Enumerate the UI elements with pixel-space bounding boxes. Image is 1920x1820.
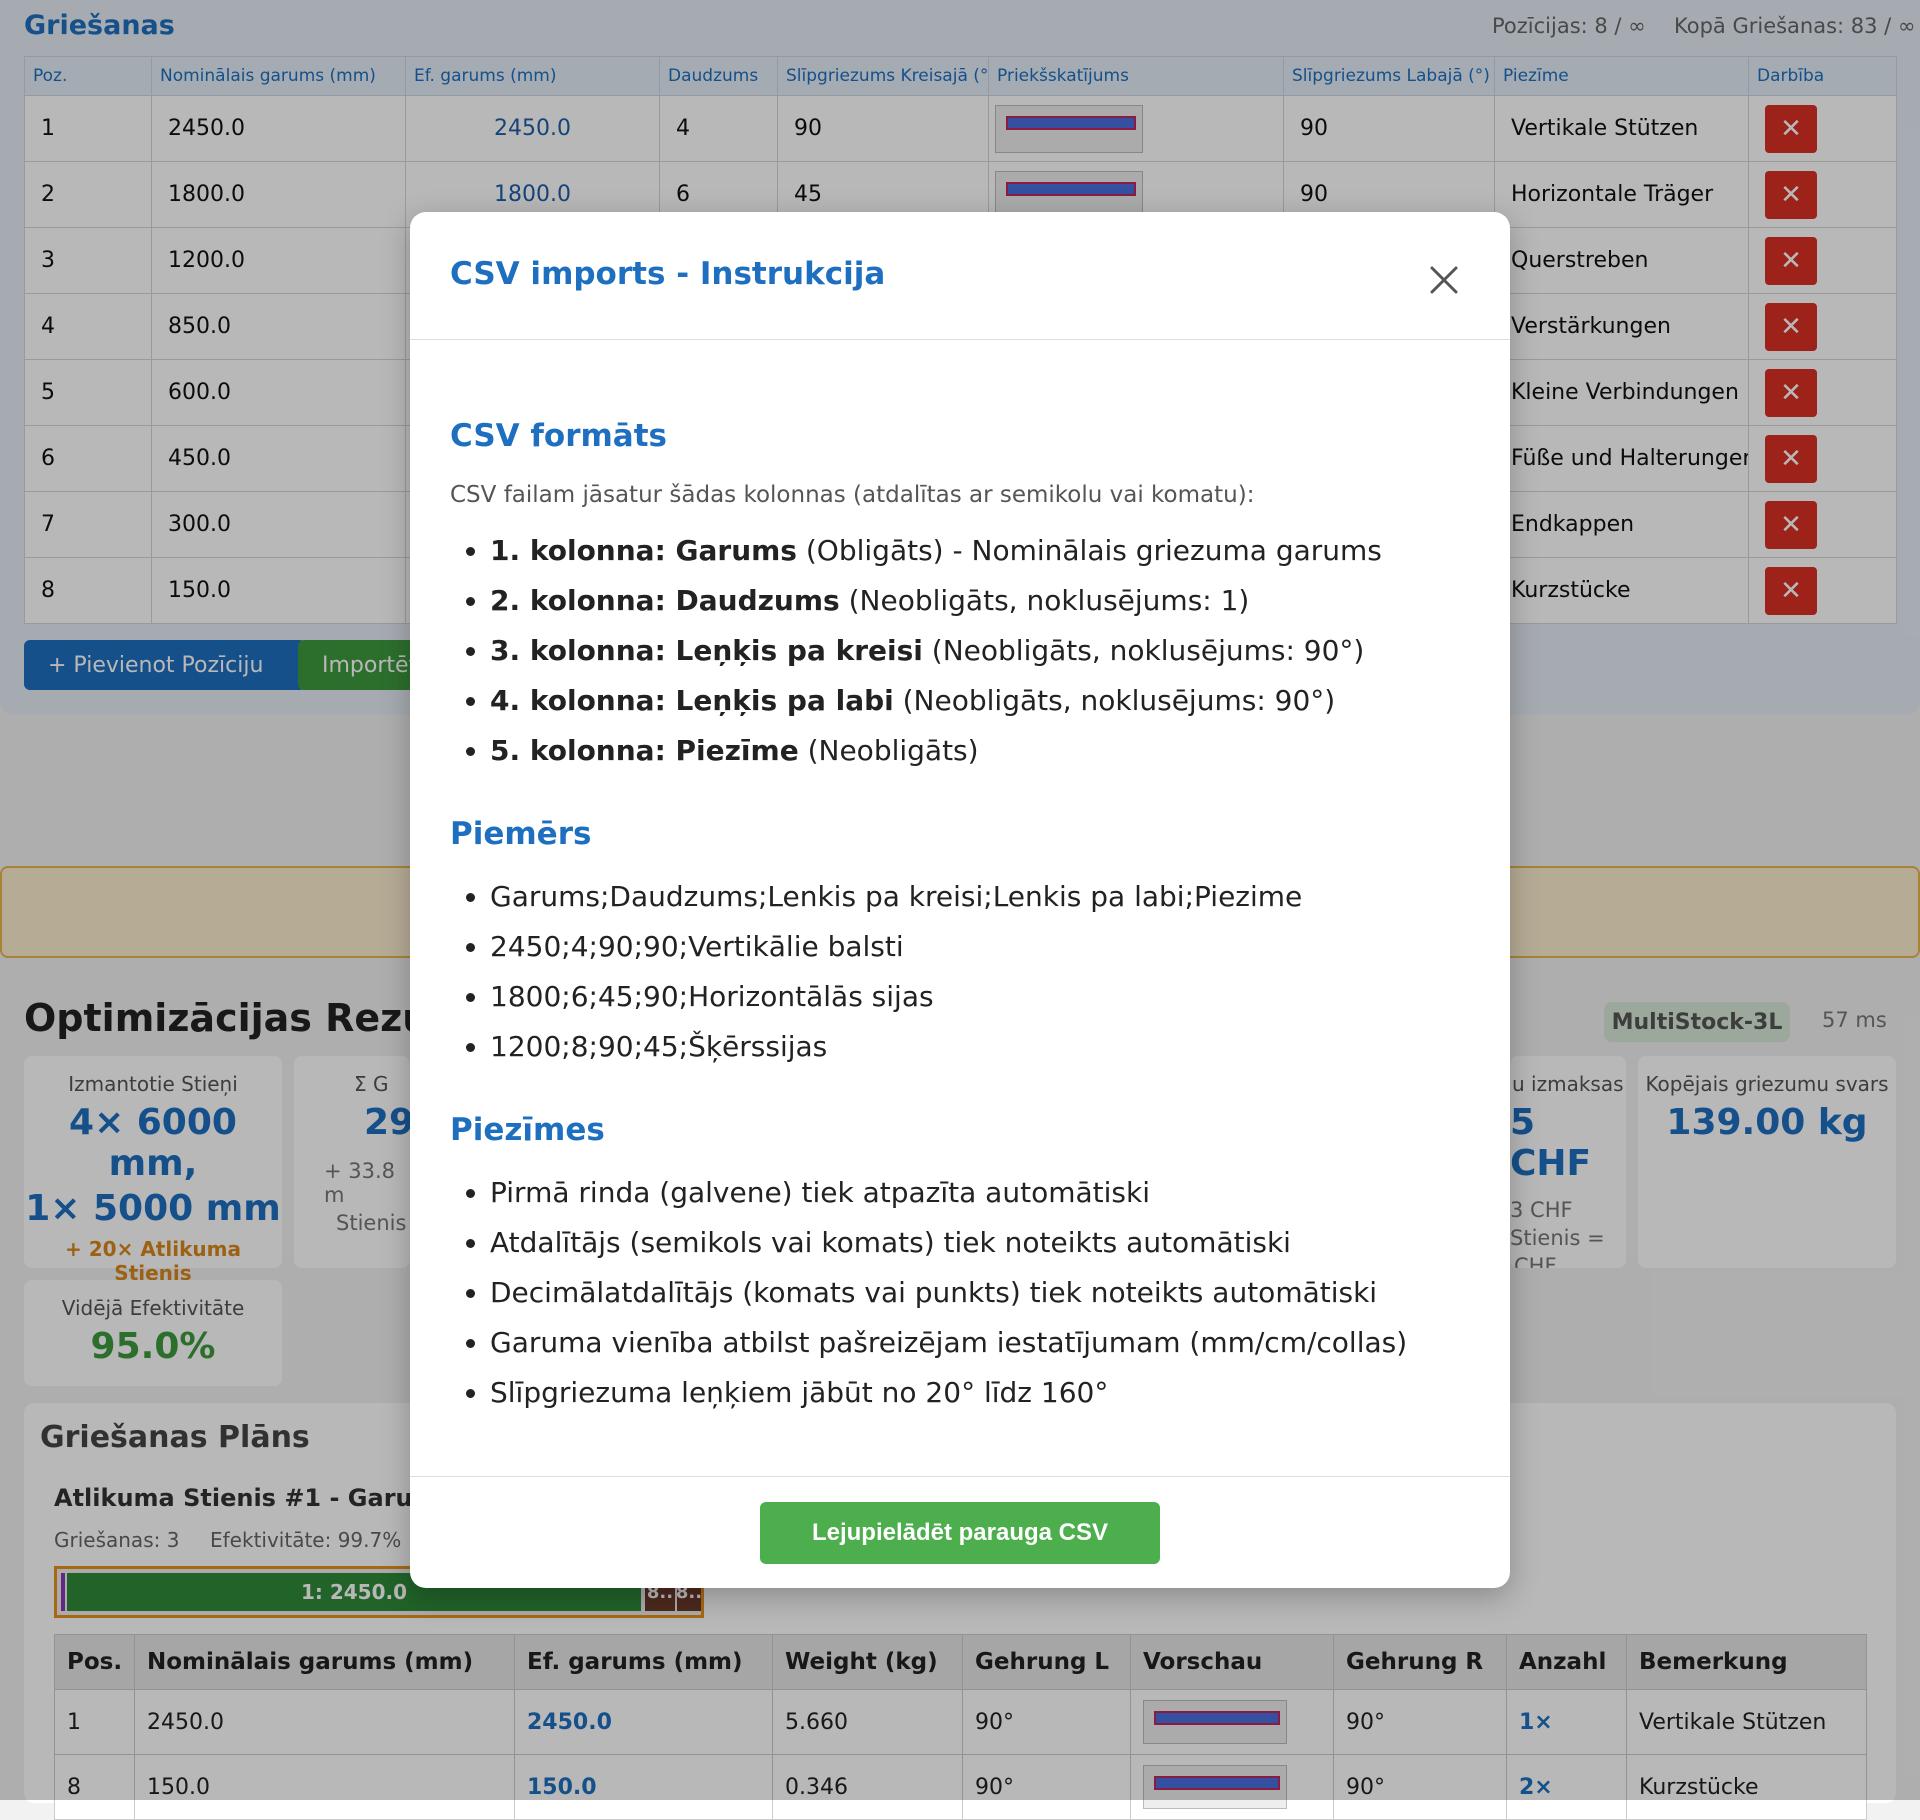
example-list: Garums;Daudzums;Lenkis pa kreisi;Lenkis …	[450, 872, 1302, 1072]
format-lead: CSV failam jāsatur šādas kolonnas (atdal…	[450, 482, 1255, 508]
format-heading: CSV formāts	[450, 418, 667, 454]
format-item: 3. kolonna: Leņķis pa kreisi (Neobligāts…	[490, 626, 1382, 676]
format-item: 4. kolonna: Leņķis pa labi (Neobligāts, …	[490, 676, 1382, 726]
format-item: 1. kolonna: Garums (Obligāts) - Nomināla…	[490, 526, 1382, 576]
example-heading: Piemērs	[450, 816, 592, 852]
format-list: 1. kolonna: Garums (Obligāts) - Nomināla…	[450, 526, 1382, 776]
notes-item: Slīpgriezuma leņķiem jābūt no 20° līdz 1…	[490, 1368, 1407, 1418]
csv-import-modal: CSV imports - Instrukcija CSV formāts CS…	[410, 212, 1510, 1588]
notes-item: Decimālatdalītājs (komats vai punkts) ti…	[490, 1268, 1407, 1318]
download-sample-csv-button[interactable]: Lejupielādēt parauga CSV	[760, 1502, 1160, 1564]
notes-item: Atdalītājs (semikols vai komats) tiek no…	[490, 1218, 1407, 1268]
modal-title: CSV imports - Instrukcija	[450, 256, 886, 292]
notes-item: Garuma vienība atbilst pašreizējam iesta…	[490, 1318, 1407, 1368]
example-item: 1800;6;45;90;Horizontālās sijas	[490, 972, 1302, 1022]
notes-heading: Piezīmes	[450, 1112, 605, 1148]
notes-item: Pirmā rinda (galvene) tiek atpazīta auto…	[490, 1168, 1407, 1218]
example-item: 1200;8;90;45;Šķērssijas	[490, 1022, 1302, 1072]
notes-list: Pirmā rinda (galvene) tiek atpazīta auto…	[450, 1168, 1407, 1418]
format-item: 2. kolonna: Daudzums (Neobligāts, noklus…	[490, 576, 1382, 626]
example-item: 2450;4;90;90;Vertikālie balsti	[490, 922, 1302, 972]
close-icon[interactable]	[1420, 256, 1468, 304]
format-item: 5. kolonna: Piezīme (Neobligāts)	[490, 726, 1382, 776]
example-item: Garums;Daudzums;Lenkis pa kreisi;Lenkis …	[490, 872, 1302, 922]
